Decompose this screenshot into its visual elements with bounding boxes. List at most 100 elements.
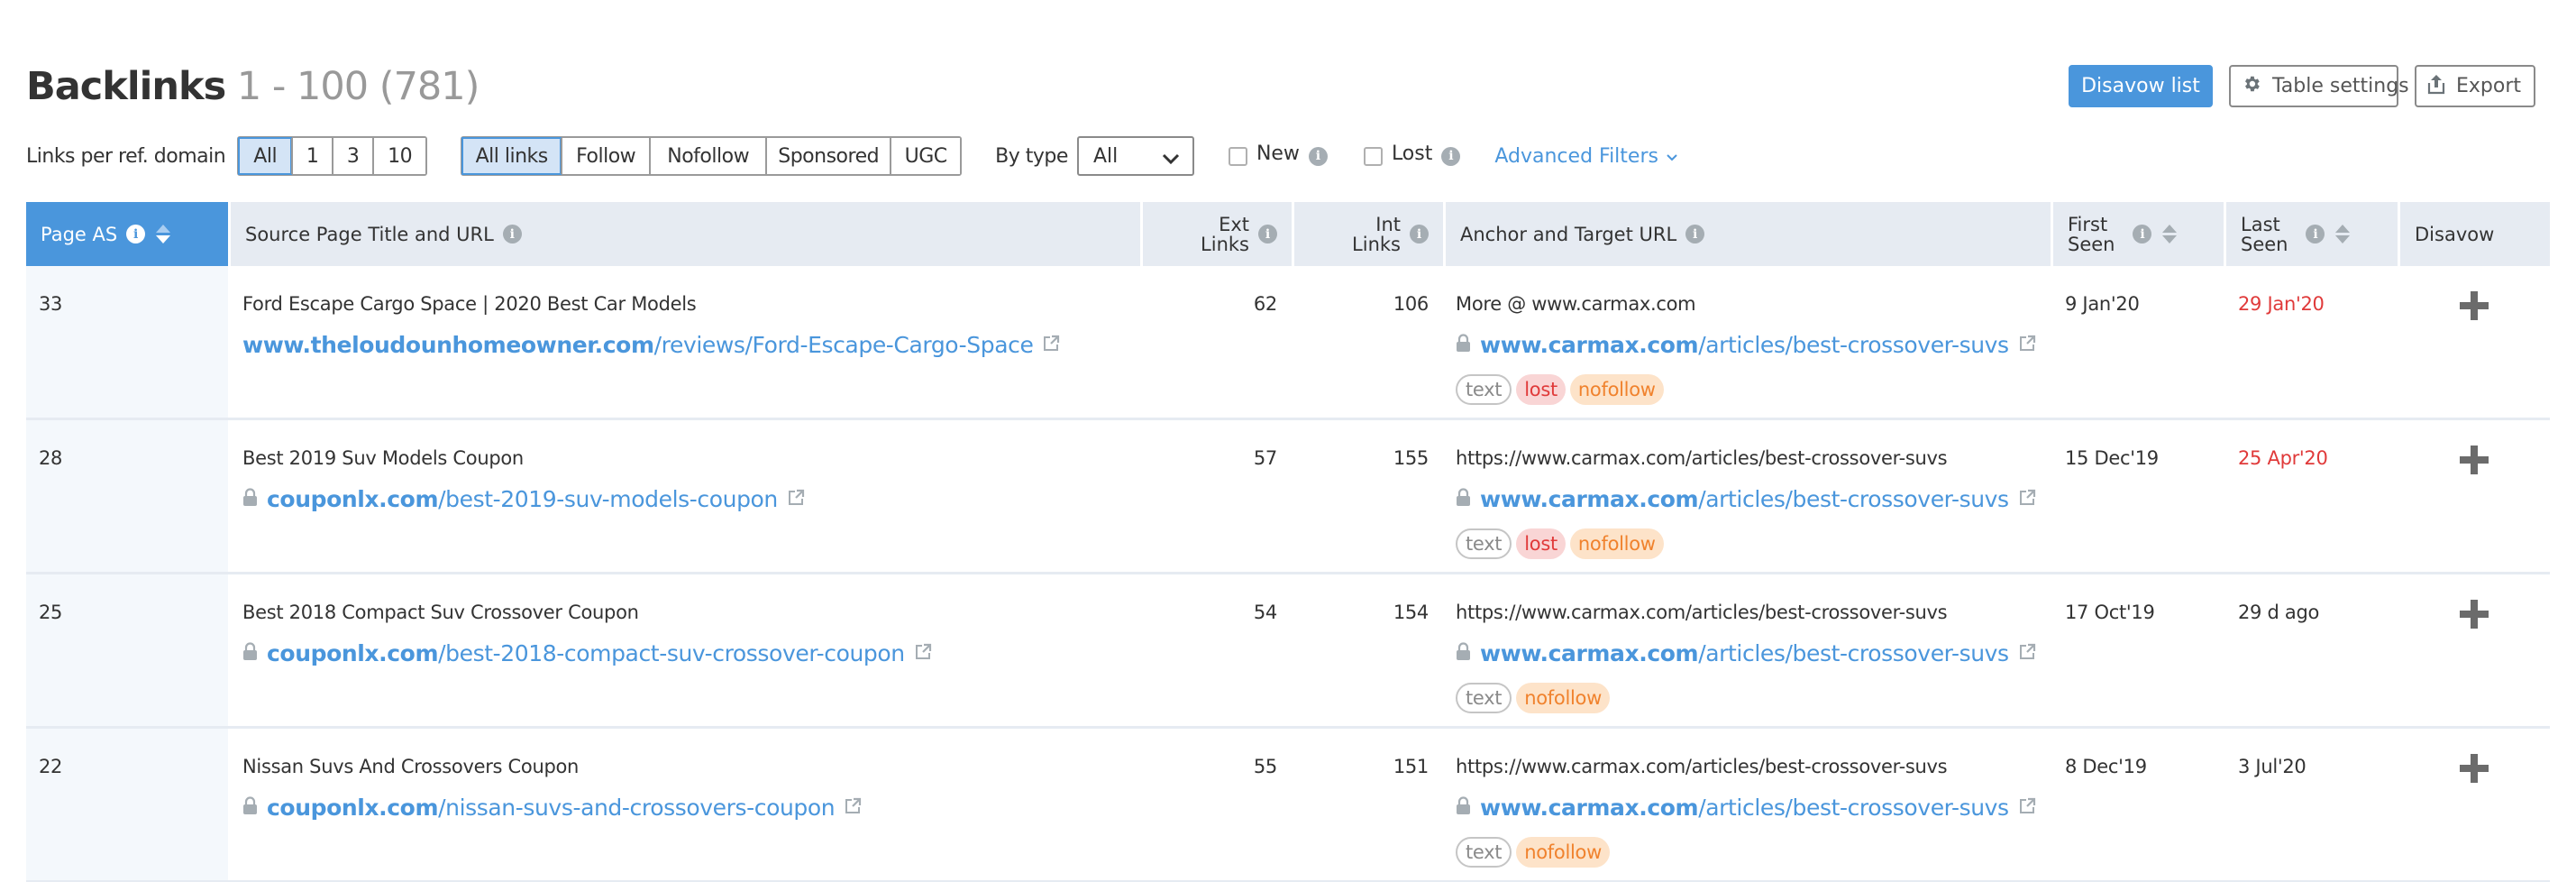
- table-row: 25 Best 2018 Compact Suv Crossover Coupo…: [26, 574, 2550, 729]
- column-last-seen-label-1: Last: [2241, 213, 2280, 235]
- sort-icon[interactable]: [2335, 225, 2351, 243]
- external-link-icon[interactable]: [914, 640, 932, 666]
- page-title: Backlinks 1 - 100 (781): [26, 61, 480, 112]
- tag-nofollow: nofollow: [1569, 528, 1664, 559]
- links-per-domain-1[interactable]: 1: [291, 138, 333, 174]
- source-title: Nissan Suvs And Crossovers Coupon: [242, 756, 580, 777]
- anchor-text: https://www.carmax.com/articles/best-cro…: [1456, 447, 1948, 469]
- info-icon[interactable]: i: [2133, 225, 2152, 243]
- external-link-icon[interactable]: [2018, 332, 2036, 358]
- links-per-domain-all[interactable]: All: [238, 137, 293, 175]
- sort-icon[interactable]: [156, 225, 171, 243]
- plus-icon[interactable]: [2459, 290, 2535, 326]
- target-url: www.carmax.com/articles/best-crossover-s…: [1456, 792, 2036, 822]
- target-url-link[interactable]: www.carmax.com/articles/best-crossover-s…: [1480, 486, 2009, 512]
- lost-label: Lost: [1391, 142, 1433, 165]
- source-path: /best-2019-suv-models-coupon: [438, 485, 778, 512]
- target-url-link[interactable]: www.carmax.com/articles/best-crossover-s…: [1480, 332, 2009, 358]
- lost-filter: Lost i: [1363, 142, 1461, 166]
- column-last-seen-label-2: Seen: [2241, 233, 2288, 255]
- info-icon[interactable]: i: [1258, 225, 1277, 243]
- first-seen-value: 15 Dec'19: [2065, 447, 2159, 469]
- source-domain: couponlx.com: [267, 639, 439, 666]
- info-icon[interactable]: i: [126, 225, 146, 243]
- column-page-as[interactable]: Page AS i: [26, 202, 228, 266]
- int-links-value: 154: [1393, 602, 1429, 623]
- int-links-value: 151: [1393, 756, 1429, 777]
- table-settings-button[interactable]: Table settings: [2229, 65, 2409, 107]
- source-url-link[interactable]: www.theloudounhomeowner.com/reviews/Ford…: [242, 332, 1034, 358]
- target-path: /articles/best-crossover-suvs: [1698, 639, 2009, 666]
- export-button[interactable]: Export: [2415, 65, 2535, 107]
- lock-icon: [1456, 795, 1471, 821]
- column-ext-links-label: Ext Links: [1201, 215, 1249, 254]
- lock-icon: [242, 486, 258, 512]
- lost-checkbox[interactable]: [1363, 146, 1383, 166]
- column-source: Source Page Title and URL i: [228, 202, 1140, 266]
- last-seen-cell: 29 d ago: [2224, 574, 2398, 726]
- column-source-label: Source Page Title and URL: [245, 223, 494, 245]
- source-domain: couponlx.com: [267, 794, 439, 821]
- ext-links-cell: 55: [1140, 729, 1292, 880]
- result-range: 1 - 100 (781): [236, 64, 480, 109]
- chevron-down-icon: [1162, 148, 1180, 170]
- source-cell: Nissan Suvs And Crossovers Coupon coupon…: [228, 729, 1140, 880]
- source-title: Best 2019 Suv Models Coupon: [242, 447, 524, 469]
- target-url: www.carmax.com/articles/best-crossover-s…: [1456, 329, 2036, 360]
- plus-icon[interactable]: [2459, 599, 2535, 634]
- info-icon[interactable]: i: [1410, 225, 1429, 243]
- column-first-seen[interactable]: First Seen i: [2051, 202, 2224, 266]
- link-type-all-links[interactable]: All links: [461, 137, 562, 175]
- first-seen-value: 17 Oct'19: [2065, 602, 2155, 623]
- lock-icon: [1456, 486, 1471, 512]
- links-per-domain-10[interactable]: 10: [372, 138, 426, 174]
- source-title: Ford Escape Cargo Space | 2020 Best Car …: [242, 293, 697, 315]
- source-url-link[interactable]: couponlx.com/best-2019-suv-models-coupon: [267, 486, 778, 512]
- advanced-filters-link[interactable]: Advanced Filters: [1494, 145, 1678, 168]
- links-per-domain-3[interactable]: 3: [332, 138, 373, 174]
- info-icon[interactable]: i: [2306, 225, 2325, 243]
- link-type-ugc[interactable]: UGC: [890, 138, 961, 174]
- external-link-icon[interactable]: [787, 486, 805, 512]
- external-link-icon[interactable]: [2018, 486, 2036, 512]
- ext-links-cell: 57: [1140, 420, 1292, 572]
- plus-icon[interactable]: [2459, 753, 2535, 788]
- plus-icon[interactable]: [2459, 445, 2535, 480]
- column-last-seen[interactable]: Last Seen i: [2224, 202, 2398, 266]
- info-icon[interactable]: i: [1685, 225, 1705, 243]
- chevron-down-icon: [1666, 145, 1678, 168]
- ext-links-value: 55: [1253, 756, 1277, 777]
- info-icon[interactable]: i: [502, 225, 522, 243]
- new-filter: New i: [1228, 142, 1328, 166]
- target-url-link[interactable]: www.carmax.com/articles/best-crossover-s…: [1480, 795, 2009, 821]
- external-link-icon[interactable]: [2018, 640, 2036, 666]
- external-link-icon[interactable]: [844, 795, 862, 821]
- source-cell: Ford Escape Cargo Space | 2020 Best Car …: [228, 266, 1140, 418]
- external-link-icon[interactable]: [1042, 332, 1060, 358]
- link-type-nofollow[interactable]: Nofollow: [649, 138, 766, 174]
- target-url-link[interactable]: www.carmax.com/articles/best-crossover-s…: [1480, 640, 2009, 666]
- disavow-list-button[interactable]: Disavow list: [2069, 65, 2213, 107]
- source-url: couponlx.com/best-2018-compact-suv-cross…: [242, 638, 1126, 668]
- table-row: 22 Nissan Suvs And Crossovers Coupon cou…: [26, 729, 2550, 882]
- last-seen-value: 29 d ago: [2238, 602, 2320, 623]
- source-url-link[interactable]: couponlx.com/nissan-suvs-and-crossovers-…: [267, 794, 836, 821]
- info-icon[interactable]: i: [1441, 146, 1461, 166]
- link-type-follow[interactable]: Follow: [561, 138, 650, 174]
- column-int-links: Int Links i: [1292, 202, 1443, 266]
- info-icon[interactable]: i: [1308, 146, 1328, 166]
- new-checkbox[interactable]: [1228, 146, 1247, 166]
- source-url-link[interactable]: couponlx.com/best-2018-compact-suv-cross…: [267, 640, 905, 666]
- tag-text: text: [1456, 528, 1512, 559]
- source-path: /best-2018-compact-suv-crossover-coupon: [438, 639, 905, 666]
- tag-text: text: [1456, 837, 1512, 868]
- ext-links-value: 57: [1253, 447, 1277, 469]
- by-type-select[interactable]: All: [1076, 136, 1194, 176]
- source-url: couponlx.com/nissan-suvs-and-crossovers-…: [242, 792, 1126, 822]
- page-as-value: 28: [39, 447, 63, 469]
- column-anchor: Anchor and Target URL i: [1443, 202, 2051, 266]
- tag-nofollow: nofollow: [1516, 683, 1610, 713]
- link-type-sponsored[interactable]: Sponsored: [765, 138, 891, 174]
- sort-icon[interactable]: [2162, 225, 2178, 243]
- external-link-icon[interactable]: [2018, 795, 2036, 821]
